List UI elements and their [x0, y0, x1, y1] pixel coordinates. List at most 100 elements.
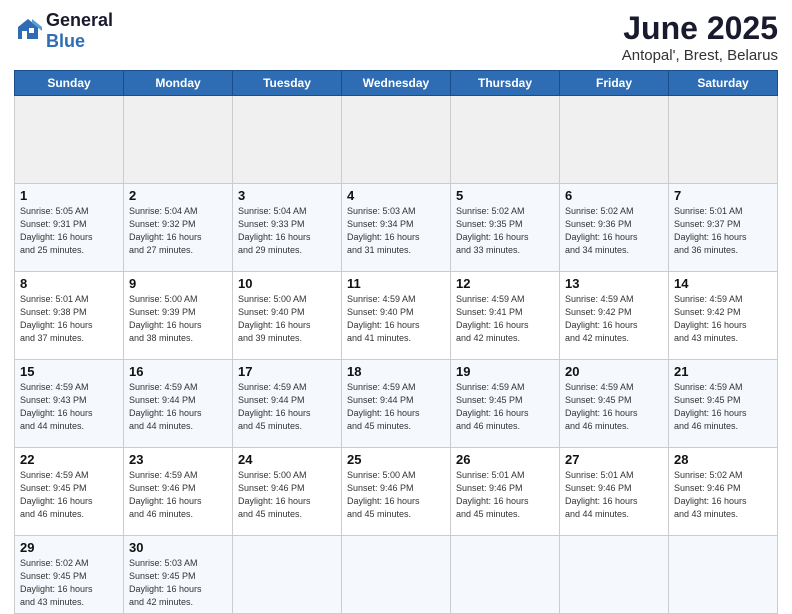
day-number: 9 — [129, 276, 227, 291]
col-monday: Monday — [124, 71, 233, 96]
day-info: Sunrise: 4:59 AM Sunset: 9:42 PM Dayligh… — [565, 293, 663, 345]
col-sunday: Sunday — [15, 71, 124, 96]
table-row — [669, 96, 778, 184]
day-info: Sunrise: 4:59 AM Sunset: 9:46 PM Dayligh… — [129, 469, 227, 521]
day-number: 25 — [347, 452, 445, 467]
day-number: 1 — [20, 188, 118, 203]
table-row: 11 Sunrise: 4:59 AM Sunset: 9:40 PM Dayli… — [342, 272, 451, 360]
title-block: June 2025 Antopal', Brest, Belarus — [622, 10, 778, 64]
day-info: Sunrise: 4:59 AM Sunset: 9:41 PM Dayligh… — [456, 293, 554, 345]
table-row: 9 Sunrise: 5:00 AM Sunset: 9:39 PM Daylig… — [124, 272, 233, 360]
table-row — [233, 536, 342, 614]
day-number: 10 — [238, 276, 336, 291]
day-info: Sunrise: 5:01 AM Sunset: 9:37 PM Dayligh… — [674, 205, 772, 257]
logo-text: General Blue — [46, 10, 113, 52]
table-row — [560, 536, 669, 614]
day-info: Sunrise: 5:04 AM Sunset: 9:32 PM Dayligh… — [129, 205, 227, 257]
table-row — [233, 96, 342, 184]
table-row: 19 Sunrise: 4:59 AM Sunset: 9:45 PM Dayli… — [451, 360, 560, 448]
table-row: 8Sunrise: 5:01 AM Sunset: 9:38 PM Daylig… — [15, 272, 124, 360]
day-number: 20 — [565, 364, 663, 379]
header: General Blue June 2025 Antopal', Brest, … — [14, 10, 778, 64]
table-row: 30Sunrise: 5:03 AM Sunset: 9:45 PM Dayli… — [124, 536, 233, 614]
day-info: Sunrise: 5:00 AM Sunset: 9:40 PM Dayligh… — [238, 293, 336, 345]
day-info: Sunrise: 4:59 AM Sunset: 9:43 PM Dayligh… — [20, 381, 118, 433]
logo-blue: Blue — [46, 31, 85, 51]
table-row: 21 Sunrise: 4:59 AM Sunset: 9:45 PM Dayli… — [669, 360, 778, 448]
day-info: Sunrise: 5:05 AM Sunset: 9:31 PM Dayligh… — [20, 205, 118, 257]
day-number: 3 — [238, 188, 336, 203]
table-row: 2 Sunrise: 5:04 AM Sunset: 9:32 PM Daylig… — [124, 184, 233, 272]
day-info: Sunrise: 4:59 AM Sunset: 9:44 PM Dayligh… — [347, 381, 445, 433]
table-row: 4 Sunrise: 5:03 AM Sunset: 9:34 PM Daylig… — [342, 184, 451, 272]
day-number: 15 — [20, 364, 118, 379]
day-number: 24 — [238, 452, 336, 467]
table-row — [124, 96, 233, 184]
table-row — [560, 96, 669, 184]
table-row: 5Sunrise: 5:02 AM Sunset: 9:35 PM Daylig… — [451, 184, 560, 272]
day-number: 16 — [129, 364, 227, 379]
day-info: Sunrise: 5:01 AM Sunset: 9:46 PM Dayligh… — [456, 469, 554, 521]
col-friday: Friday — [560, 71, 669, 96]
day-number: 8 — [20, 276, 118, 291]
table-row: 29Sunrise: 5:02 AM Sunset: 9:45 PM Dayli… — [15, 536, 124, 614]
day-info: Sunrise: 5:00 AM Sunset: 9:39 PM Dayligh… — [129, 293, 227, 345]
col-wednesday: Wednesday — [342, 71, 451, 96]
day-info: Sunrise: 5:02 AM Sunset: 9:36 PM Dayligh… — [565, 205, 663, 257]
table-row: 12 Sunrise: 4:59 AM Sunset: 9:41 PM Dayli… — [451, 272, 560, 360]
table-row — [15, 96, 124, 184]
day-number: 22 — [20, 452, 118, 467]
day-number: 7 — [674, 188, 772, 203]
day-info: Sunrise: 4:59 AM Sunset: 9:45 PM Dayligh… — [674, 381, 772, 433]
table-row: 14 Sunrise: 4:59 AM Sunset: 9:42 PM Dayli… — [669, 272, 778, 360]
day-number: 5 — [456, 188, 554, 203]
day-number: 27 — [565, 452, 663, 467]
table-row: 24 Sunrise: 5:00 AM Sunset: 9:46 PM Dayli… — [233, 448, 342, 536]
day-number: 19 — [456, 364, 554, 379]
table-row: 25Sunrise: 5:00 AM Sunset: 9:46 PM Dayli… — [342, 448, 451, 536]
table-row: 23Sunrise: 4:59 AM Sunset: 9:46 PM Dayli… — [124, 448, 233, 536]
day-info: Sunrise: 4:59 AM Sunset: 9:45 PM Dayligh… — [456, 381, 554, 433]
table-row — [342, 96, 451, 184]
day-info: Sunrise: 5:00 AM Sunset: 9:46 PM Dayligh… — [238, 469, 336, 521]
day-number: 14 — [674, 276, 772, 291]
table-row: 10 Sunrise: 5:00 AM Sunset: 9:40 PM Dayli… — [233, 272, 342, 360]
day-info: Sunrise: 4:59 AM Sunset: 9:44 PM Dayligh… — [129, 381, 227, 433]
day-number: 29 — [20, 540, 118, 555]
col-tuesday: Tuesday — [233, 71, 342, 96]
table-row: 7 Sunrise: 5:01 AM Sunset: 9:37 PM Daylig… — [669, 184, 778, 272]
table-row: 1 Sunrise: 5:05 AM Sunset: 9:31 PM Daylig… — [15, 184, 124, 272]
day-info: Sunrise: 4:59 AM Sunset: 9:45 PM Dayligh… — [20, 469, 118, 521]
day-info: Sunrise: 4:59 AM Sunset: 9:40 PM Dayligh… — [347, 293, 445, 345]
table-row — [342, 536, 451, 614]
table-row: 22 Sunrise: 4:59 AM Sunset: 9:45 PM Dayli… — [15, 448, 124, 536]
day-info: Sunrise: 4:59 AM Sunset: 9:45 PM Dayligh… — [565, 381, 663, 433]
day-number: 6 — [565, 188, 663, 203]
day-info: Sunrise: 5:03 AM Sunset: 9:34 PM Dayligh… — [347, 205, 445, 257]
table-row: 6 Sunrise: 5:02 AM Sunset: 9:36 PM Daylig… — [560, 184, 669, 272]
day-number: 26 — [456, 452, 554, 467]
day-info: Sunrise: 4:59 AM Sunset: 9:44 PM Dayligh… — [238, 381, 336, 433]
day-number: 12 — [456, 276, 554, 291]
day-number: 28 — [674, 452, 772, 467]
day-number: 21 — [674, 364, 772, 379]
table-row: 27 Sunrise: 5:01 AM Sunset: 9:46 PM Dayli… — [560, 448, 669, 536]
table-row: 16 Sunrise: 4:59 AM Sunset: 9:44 PM Dayli… — [124, 360, 233, 448]
day-info: Sunrise: 4:59 AM Sunset: 9:42 PM Dayligh… — [674, 293, 772, 345]
table-row — [451, 536, 560, 614]
table-row: 18Sunrise: 4:59 AM Sunset: 9:44 PM Dayli… — [342, 360, 451, 448]
table-row: 26 Sunrise: 5:01 AM Sunset: 9:46 PM Dayli… — [451, 448, 560, 536]
table-row: 17Sunrise: 4:59 AM Sunset: 9:44 PM Dayli… — [233, 360, 342, 448]
title-month: June 2025 — [622, 10, 778, 47]
table-row — [451, 96, 560, 184]
day-info: Sunrise: 5:01 AM Sunset: 9:46 PM Dayligh… — [565, 469, 663, 521]
logo-icon — [14, 17, 42, 45]
logo: General Blue — [14, 10, 113, 52]
day-number: 2 — [129, 188, 227, 203]
day-number: 13 — [565, 276, 663, 291]
table-row: 3Sunrise: 5:04 AM Sunset: 9:33 PM Daylig… — [233, 184, 342, 272]
day-number: 11 — [347, 276, 445, 291]
day-info: Sunrise: 5:03 AM Sunset: 9:45 PM Dayligh… — [129, 557, 227, 609]
calendar-table: Sunday Monday Tuesday Wednesday Thursday… — [14, 70, 778, 614]
day-number: 4 — [347, 188, 445, 203]
